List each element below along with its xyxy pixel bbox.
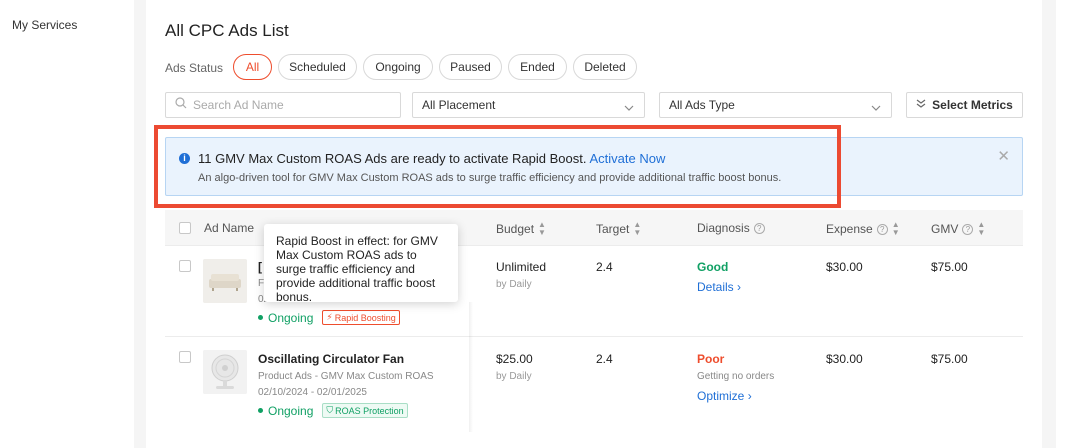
expense-value: $30.00 [826, 352, 863, 366]
row-checkbox[interactable] [179, 260, 191, 272]
budget-period: by Daily [496, 371, 532, 382]
roas-protection-label: ROAS Protection [335, 405, 404, 416]
header-target[interactable]: Target ▲ ▼ [596, 221, 641, 237]
status-dot [258, 408, 263, 413]
target-value: 2.4 [596, 352, 613, 366]
product-thumbnail-sofa [203, 259, 247, 303]
header-budget[interactable]: Budget ▲ ▼ [496, 221, 546, 237]
placement-select[interactable]: All Placement [412, 92, 645, 118]
header-ad-name: Ad Name [204, 221, 254, 235]
select-metrics-label: Select Metrics [932, 98, 1013, 112]
help-icon[interactable]: ? [753, 222, 765, 234]
table-row[interactable]: Oscillating Circulator Fan Product Ads -… [165, 337, 1023, 432]
close-icon[interactable]: ✕ [997, 149, 1010, 164]
highlight-box [154, 125, 841, 208]
diagnosis-note: Getting no orders [697, 371, 775, 382]
product-thumbnail-fan [203, 350, 247, 394]
chevron-right-icon: › [737, 280, 742, 294]
select-metrics-button[interactable]: Select Metrics [906, 92, 1023, 118]
details-link-label: Details [697, 280, 734, 294]
rapid-boost-tooltip: Rapid Boost in effect: for GMV Max Custo… [264, 224, 458, 304]
optimize-link[interactable]: Optimize › [697, 389, 752, 403]
page-title: All CPC Ads List [165, 21, 289, 40]
rapid-boosting-tag: ⚡ Rapid Boosting [322, 310, 400, 325]
header-target-label: Target [596, 222, 630, 236]
sort-icon[interactable]: ▲ ▼ [633, 221, 641, 237]
main-panel: All CPC Ads List Ads Status All Schedule… [146, 0, 1042, 448]
ad-name[interactable]: [ [258, 260, 262, 274]
chevron-right-icon: › [747, 389, 752, 403]
sort-icon[interactable]: ▲ ▼ [892, 221, 900, 237]
header-diagnosis-label: Diagnosis [697, 221, 750, 235]
status-text: Ongoing [268, 310, 314, 325]
shield-icon: ⛉ [326, 405, 334, 415]
roas-protection-tag: ⛉ ROAS Protection [322, 403, 408, 418]
ad-status: Ongoing ⚡ Rapid Boosting [258, 310, 400, 325]
status-chip-deleted[interactable]: Deleted [573, 54, 637, 80]
header-gmv[interactable]: GMV? ▲ ▼ [931, 221, 985, 237]
tooltip-shadow-rail [469, 302, 473, 432]
chevron-down-icon [871, 101, 881, 115]
rapid-boosting-label: Rapid Boosting [334, 312, 396, 323]
help-icon[interactable]: ? [876, 223, 888, 235]
details-link[interactable]: Details › [697, 280, 741, 294]
status-chip-all[interactable]: All [233, 54, 272, 80]
left-gutter [134, 0, 146, 448]
target-value: 2.4 [596, 260, 613, 274]
filter-icon [916, 98, 926, 112]
ad-type: Product Ads - GMV Max Custom ROAS [258, 371, 434, 382]
header-ad-name-label: Ad Name [204, 221, 255, 235]
diagnosis-value: Good [697, 260, 729, 274]
gmv-value: $75.00 [931, 260, 968, 274]
gmv-value: $75.00 [931, 352, 968, 366]
ads-type-select-value: All Ads Type [669, 98, 735, 112]
row-checkbox[interactable] [179, 351, 191, 363]
status-chip-paused[interactable]: Paused [439, 54, 502, 80]
lightning-icon: ⚡ [326, 312, 333, 322]
ad-name[interactable]: Oscillating Circulator Fan [258, 352, 404, 366]
right-gutter [1042, 0, 1056, 448]
status-chip-scheduled[interactable]: Scheduled [278, 54, 357, 80]
sidebar: My Services [0, 0, 134, 448]
chevron-down-icon [624, 101, 634, 115]
ad-status: Ongoing ⛉ ROAS Protection [258, 403, 408, 418]
diagnosis-value: Poor [697, 352, 725, 366]
header-gmv-label: GMV [931, 222, 959, 236]
sidebar-item-my-services[interactable]: My Services [12, 18, 77, 32]
ads-status-label: Ads Status [165, 61, 224, 75]
select-all-checkbox[interactable] [179, 222, 191, 234]
budget-period: by Daily [496, 279, 532, 290]
header-expense[interactable]: Expense? ▲ ▼ [826, 221, 900, 237]
status-dot [258, 315, 263, 320]
status-chip-ongoing[interactable]: Ongoing [363, 54, 433, 80]
placement-select-value: All Placement [422, 98, 496, 112]
search-box [165, 92, 401, 118]
status-chip-ended[interactable]: Ended [508, 54, 567, 80]
status-text: Ongoing [268, 403, 314, 418]
optimize-link-label: Optimize [697, 389, 745, 403]
sort-icon[interactable]: ▲ ▼ [538, 221, 546, 237]
sort-icon[interactable]: ▲ ▼ [977, 221, 985, 237]
budget-value: $25.00 [496, 352, 533, 366]
expense-value: $30.00 [826, 260, 863, 274]
search-input[interactable] [193, 98, 393, 112]
header-budget-label: Budget [496, 222, 535, 236]
ad-dates: 02/10/2024 - 02/01/2025 [258, 387, 367, 398]
help-icon[interactable]: ? [962, 223, 974, 235]
ads-type-select[interactable]: All Ads Type [659, 92, 892, 118]
header-diagnosis: Diagnosis? [697, 221, 765, 235]
header-expense-label: Expense [826, 222, 873, 236]
search-icon [175, 96, 187, 114]
budget-value: Unlimited [496, 260, 547, 274]
